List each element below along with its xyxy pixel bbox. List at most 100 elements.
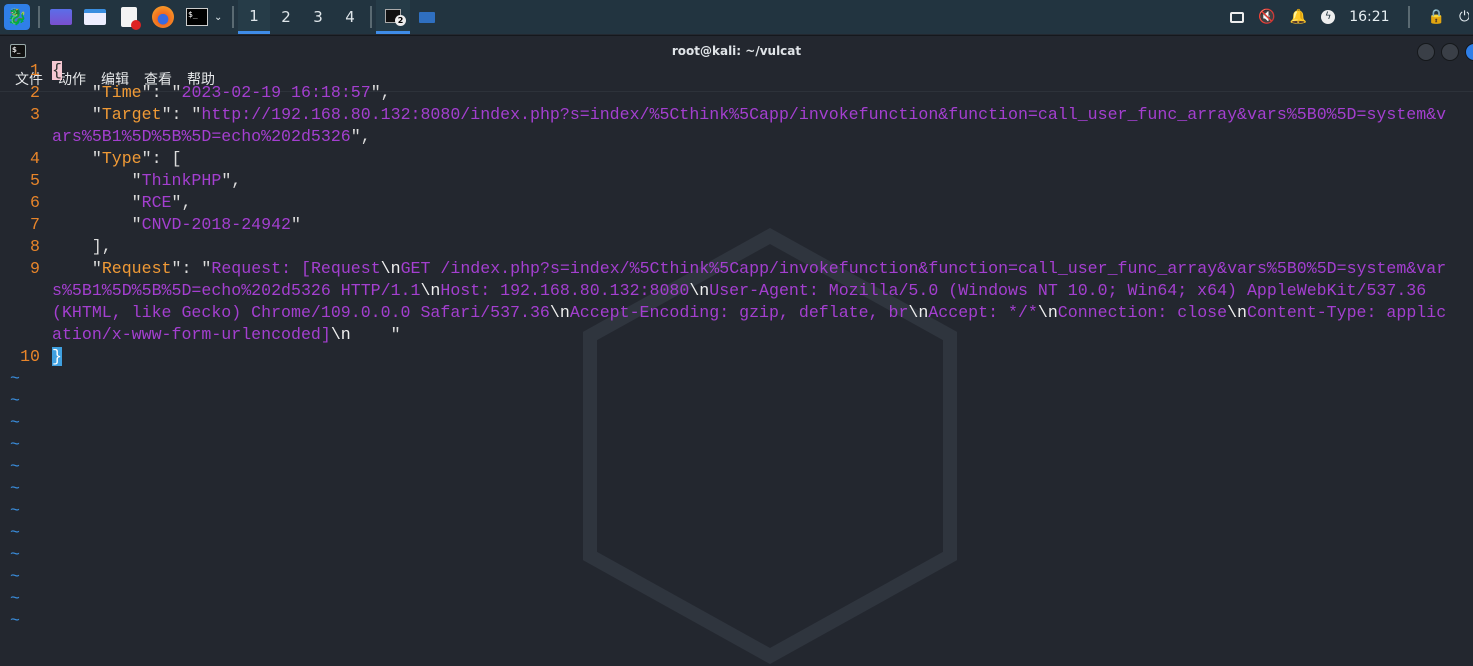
empty-line-tilde: ~ bbox=[10, 589, 20, 608]
escape-sequence: \n bbox=[330, 325, 351, 344]
system-tray: 🔇 🔔 ϟ 16:21 🔒 ⏻ bbox=[1230, 0, 1473, 34]
empty-line-tilde: ~ bbox=[10, 391, 20, 410]
line-text: "Type": [ bbox=[52, 148, 1456, 170]
punctuation: " bbox=[52, 83, 102, 102]
clock[interactable]: 16:21 bbox=[1349, 9, 1389, 25]
line-text: "Request": "Request: [Request\nGET /inde… bbox=[52, 258, 1456, 346]
volume-muted-icon[interactable]: 🔇 bbox=[1258, 9, 1275, 25]
code-line: 1{ bbox=[0, 60, 1473, 82]
punctuation: ", bbox=[221, 171, 242, 190]
json-string: ThinkPHP bbox=[141, 171, 222, 190]
line-number: 6 bbox=[30, 193, 40, 212]
file-manager-icon[interactable] bbox=[78, 0, 112, 34]
json-string: http://192.168.80.132:8080/index.php?s=i… bbox=[52, 105, 1447, 146]
empty-line-tilde: ~ bbox=[10, 435, 20, 454]
empty-line-tilde: ~ bbox=[10, 479, 20, 498]
empty-line-tilde: ~ bbox=[10, 369, 20, 388]
escape-sequence: \n bbox=[689, 281, 710, 300]
punctuation: " bbox=[52, 259, 102, 278]
code-line: 6 "RCE", bbox=[0, 192, 1473, 214]
line-number: 8 bbox=[30, 237, 40, 256]
line-text: } bbox=[52, 346, 1456, 368]
line-number: 3 bbox=[30, 105, 40, 124]
divider bbox=[232, 6, 234, 28]
empty-line-tilde: ~ bbox=[10, 567, 20, 586]
code-line: 2 "Time": "2023-02-19 16:18:57", bbox=[0, 82, 1473, 104]
divider bbox=[1407, 6, 1410, 28]
line-text: ], bbox=[52, 236, 1456, 258]
punctuation: ", bbox=[171, 193, 192, 212]
punctuation: " bbox=[52, 215, 142, 234]
json-string: Accept-Encoding: gzip, deflate, br bbox=[569, 303, 909, 322]
power-manager-icon[interactable]: ϟ bbox=[1321, 10, 1336, 24]
line-text: "ThinkPHP", bbox=[52, 170, 1456, 192]
punctuation: " bbox=[52, 193, 142, 212]
punctuation: " bbox=[52, 171, 142, 190]
matched-bracket: } bbox=[52, 347, 62, 366]
json-string: CNVD-2018-24942 bbox=[141, 215, 292, 234]
code-line: 3 "Target": "http://192.168.80.132:8080/… bbox=[0, 104, 1473, 148]
empty-line-tilde: ~ bbox=[10, 501, 20, 520]
punctuation: ], bbox=[52, 237, 112, 256]
empty-line-tilde: ~ bbox=[10, 545, 20, 564]
workspace-3[interactable]: 3 bbox=[302, 0, 334, 34]
line-number: 7 bbox=[30, 215, 40, 234]
punctuation: " bbox=[52, 149, 102, 168]
json-string: Connection: close bbox=[1057, 303, 1228, 322]
maximize-button[interactable] bbox=[1441, 43, 1459, 61]
notification-bell-icon[interactable]: 🔔 bbox=[1290, 9, 1307, 25]
punctuation: " bbox=[291, 215, 301, 234]
folder-task-icon[interactable] bbox=[410, 0, 444, 34]
lock-icon[interactable]: 🔒 bbox=[1428, 9, 1445, 25]
punctuation: " bbox=[350, 325, 401, 344]
line-number: 9 bbox=[30, 259, 40, 278]
punctuation: " bbox=[52, 105, 102, 124]
json-key: Target bbox=[101, 105, 162, 124]
escape-sequence: \n bbox=[908, 303, 929, 322]
json-key: Time bbox=[101, 83, 142, 102]
punctuation: ": " bbox=[161, 105, 202, 124]
json-string: 2023-02-19 16:18:57 bbox=[181, 83, 371, 102]
line-number: 1 bbox=[30, 61, 40, 80]
workspace-2[interactable]: 2 bbox=[270, 0, 302, 34]
escape-sequence: \n bbox=[1037, 303, 1058, 322]
punctuation: ", bbox=[350, 127, 371, 146]
escape-sequence: \n bbox=[420, 281, 441, 300]
punctuation: ", bbox=[370, 83, 391, 102]
cursor: { bbox=[52, 61, 62, 80]
empty-line-tilde: ~ bbox=[10, 523, 20, 542]
line-text: "Time": "2023-02-19 16:18:57", bbox=[52, 82, 1456, 104]
code-line: 9 "Request": "Request: [Request\nGET /in… bbox=[0, 258, 1473, 346]
empty-line-tilde: ~ bbox=[10, 413, 20, 432]
punctuation: ": [ bbox=[141, 149, 182, 168]
chevron-down-icon[interactable]: ⌄ bbox=[214, 12, 228, 23]
code-line: 5 "ThinkPHP", bbox=[0, 170, 1473, 192]
json-key: Type bbox=[101, 149, 142, 168]
task-terminal-group[interactable]: 2 bbox=[376, 0, 410, 34]
workspace-1[interactable]: 1 bbox=[238, 0, 270, 34]
line-number: 4 bbox=[30, 149, 40, 168]
network-icon[interactable] bbox=[1230, 11, 1245, 23]
line-text: "CNVD-2018-24942" bbox=[52, 214, 1456, 236]
terminal-icon[interactable]: $_ bbox=[180, 0, 214, 34]
text-editor-icon[interactable] bbox=[112, 0, 146, 34]
empty-line-tilde: ~ bbox=[10, 457, 20, 476]
kali-menu-icon[interactable]: 🐉 bbox=[0, 0, 34, 34]
punctuation: ": " bbox=[171, 259, 212, 278]
close-button[interactable] bbox=[1465, 43, 1473, 61]
line-number: 2 bbox=[30, 83, 40, 102]
json-string: RCE bbox=[141, 193, 172, 212]
minimize-button[interactable] bbox=[1417, 43, 1435, 61]
workspace-4[interactable]: 4 bbox=[334, 0, 366, 34]
power-icon[interactable]: ⏻ bbox=[1459, 9, 1469, 25]
window-title: root@kali: ~/vulcat bbox=[671, 44, 802, 58]
line-text: "RCE", bbox=[52, 192, 1456, 214]
line-number: 10 bbox=[20, 347, 40, 366]
firefox-icon[interactable] bbox=[146, 0, 180, 34]
vim-editor[interactable]: 1{2 "Time": "2023-02-19 16:18:57", 3 "Tar… bbox=[0, 60, 1473, 632]
line-number: 5 bbox=[30, 171, 40, 190]
line-text: "Target": "http://192.168.80.132:8080/in… bbox=[52, 104, 1456, 148]
line-text: { bbox=[52, 60, 1456, 82]
desktop-icon[interactable] bbox=[44, 0, 78, 34]
code-line: 10} bbox=[0, 346, 1473, 368]
